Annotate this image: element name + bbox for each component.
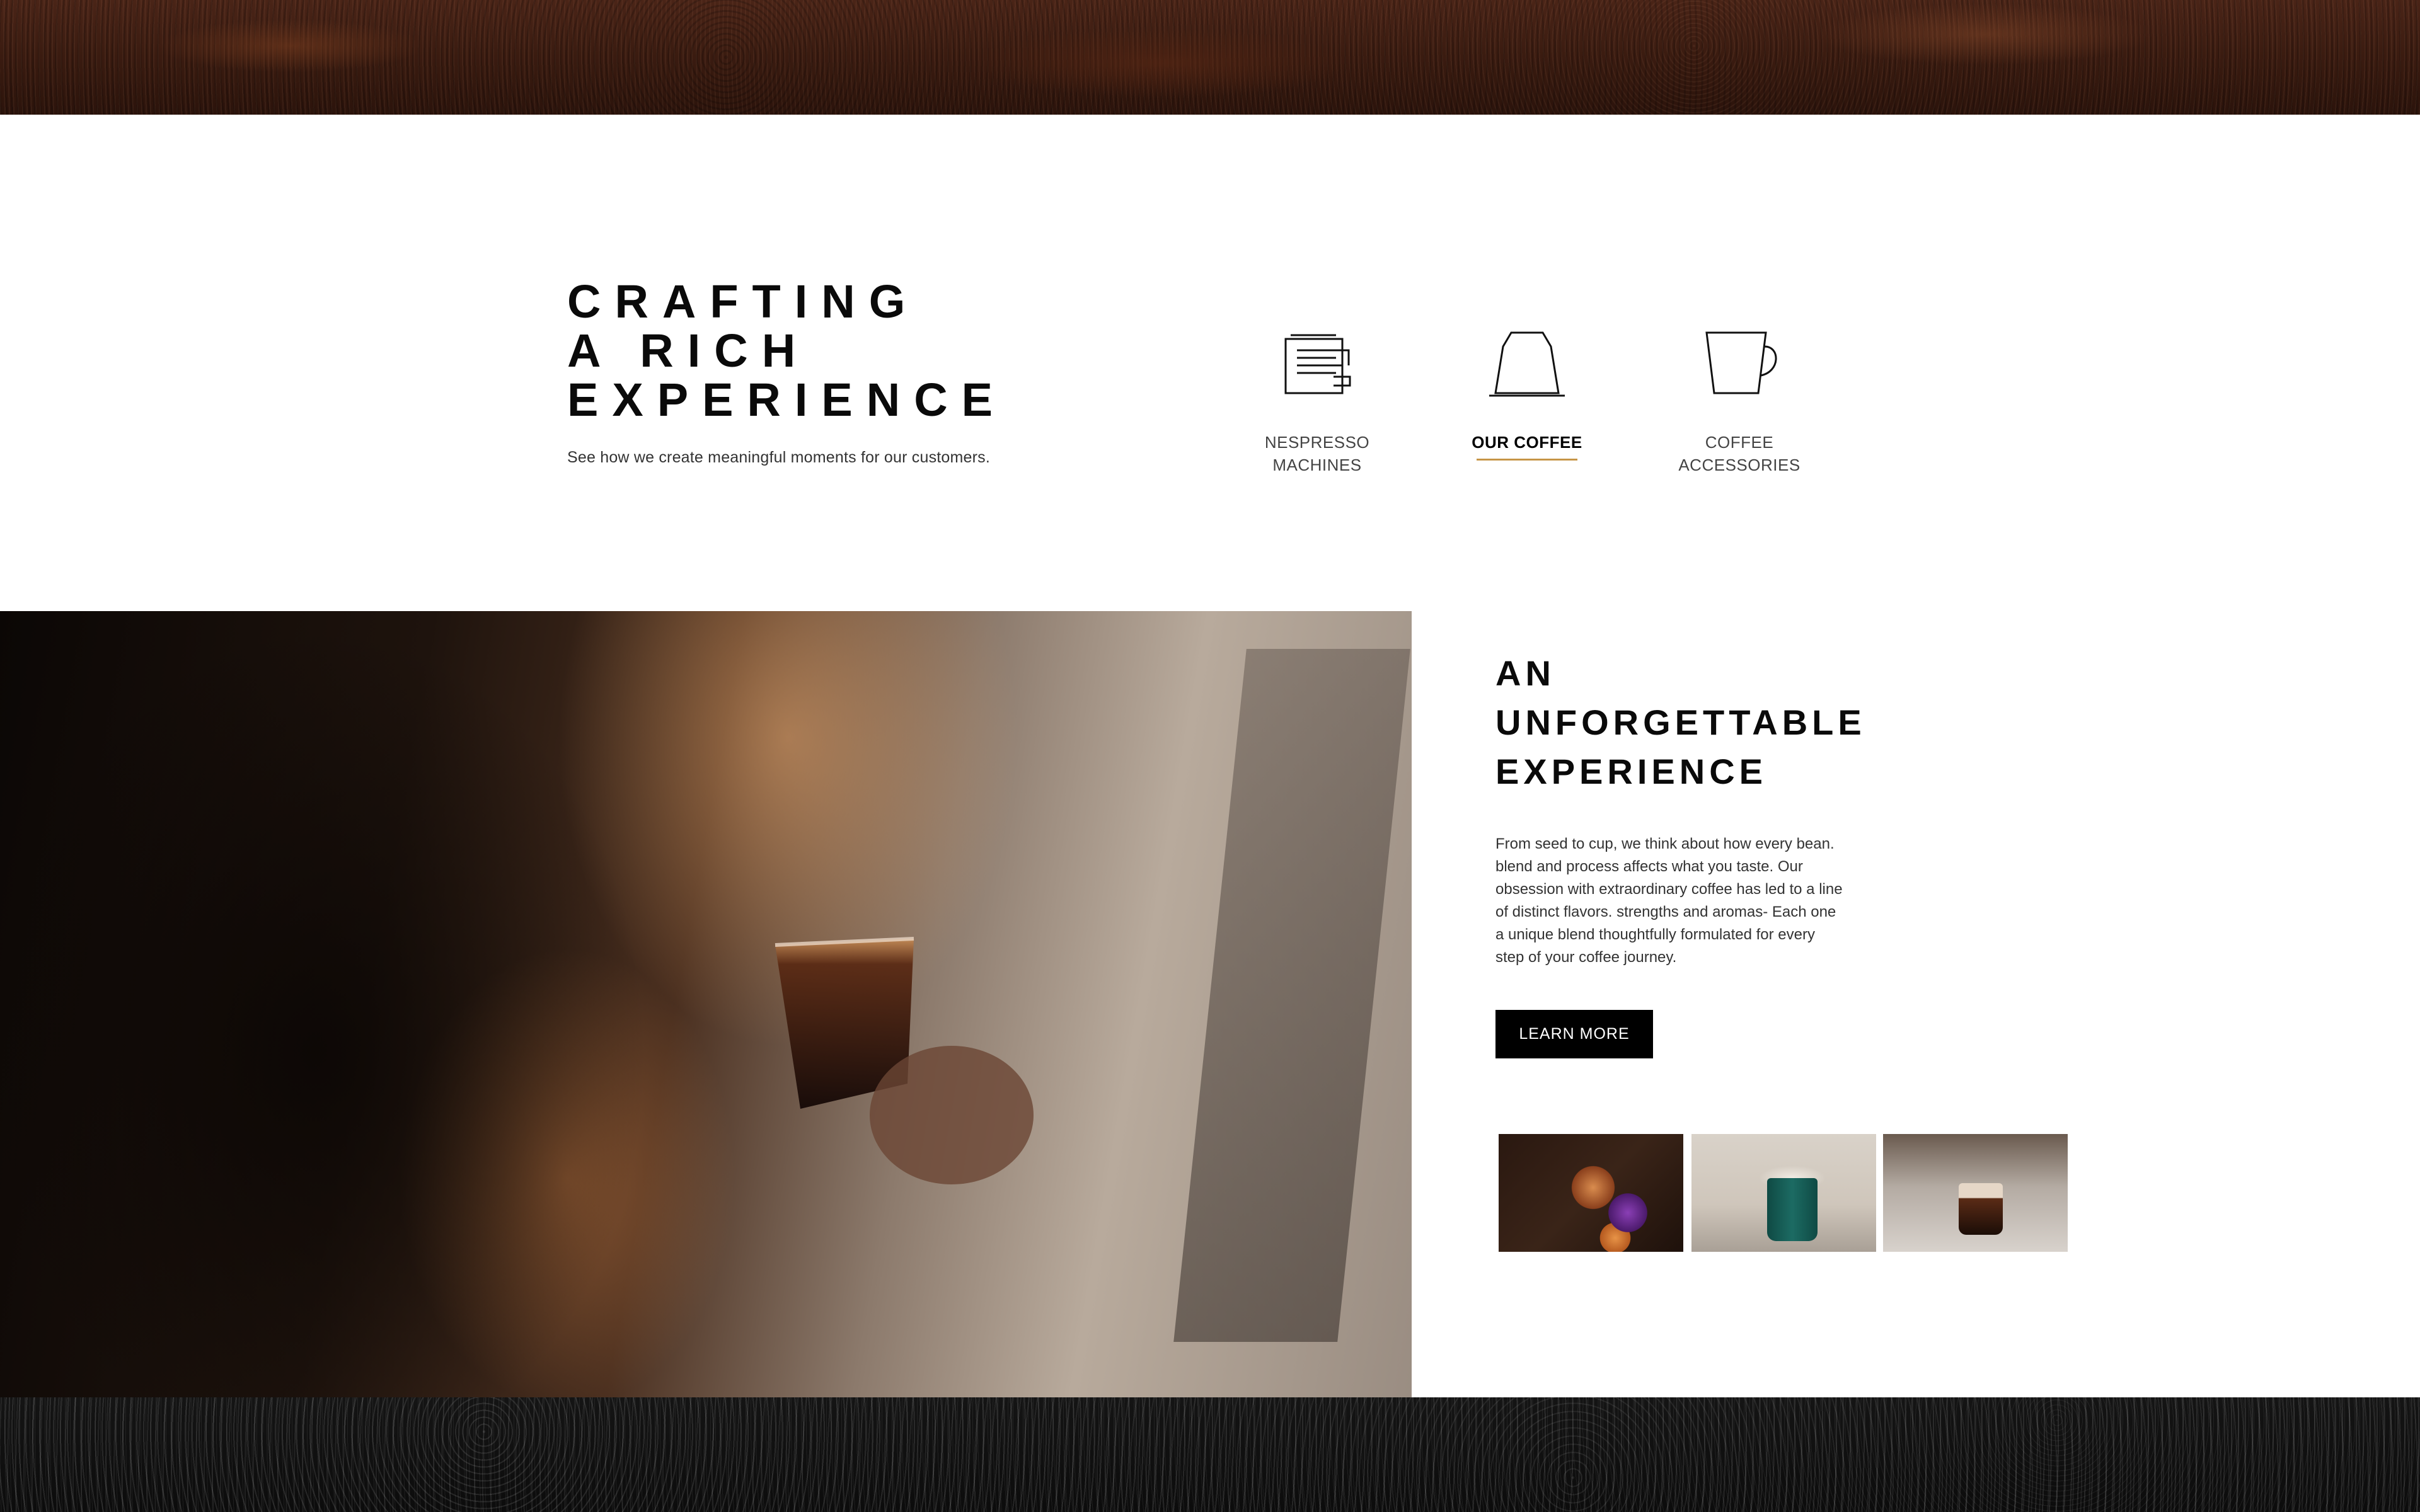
capsule-icon xyxy=(1489,331,1565,397)
feature-title-line-1: AN xyxy=(1495,653,1555,693)
feature-title: AN UNFORGETTABLE EXPERIENCE xyxy=(1495,649,2063,796)
machine-icon xyxy=(1284,334,1351,394)
category-label-line-1: COFFEE xyxy=(1705,433,1774,452)
intro-title-line-1: CRAFTING xyxy=(567,275,919,328)
feature-description: From seed to cup, we think about how eve… xyxy=(1495,835,1843,966)
thumbnail-gallery xyxy=(1499,1134,2068,1254)
espresso-glass-illustration xyxy=(775,937,1034,1184)
category-label-line-1: NESPRESSO xyxy=(1264,433,1370,452)
top-coffee-texture-banner xyxy=(0,0,2420,115)
category-label-line-1: OUR COFFEE xyxy=(1472,433,1582,452)
intro-title-line-3: EXPERIENCE xyxy=(567,374,1007,426)
intro-title-line-2: A RICH xyxy=(567,324,810,377)
category-our-coffee[interactable]: OUR COFFEE xyxy=(1432,328,1622,461)
category-label-line-2: MACHINES xyxy=(1272,455,1362,474)
cup-icon xyxy=(1705,331,1777,394)
learn-more-button[interactable]: LEARN MORE xyxy=(1495,1010,1653,1058)
thumbnail-teal-mug[interactable] xyxy=(1691,1134,1876,1252)
feature-title-line-3: EXPERIENCE xyxy=(1495,752,1767,791)
bottom-coffee-texture-banner xyxy=(0,1397,2420,1512)
thumbnail-capsules[interactable] xyxy=(1499,1134,1683,1252)
category-nespresso-machines[interactable]: NESPRESSO MACHINES xyxy=(1223,328,1412,476)
active-category-underline xyxy=(1477,459,1577,461)
intro-title: CRAFTING A RICH EXPERIENCE xyxy=(567,277,1134,425)
category-label-line-2: ACCESSORIES xyxy=(1678,455,1801,474)
feature-title-line-2: UNFORGETTABLE xyxy=(1495,702,1866,742)
thumbnail-coffee-glass[interactable] xyxy=(1883,1134,2068,1252)
hero-photo-woman-drinking-coffee xyxy=(0,611,1412,1397)
category-coffee-accessories[interactable]: COFFEE ACCESSORIES xyxy=(1645,328,1834,476)
intro-subtitle: See how we create meaningful moments for… xyxy=(567,449,991,466)
category-nav: NESPRESSO MACHINES OUR COFFEE COFFEE ACC… xyxy=(1223,328,1853,485)
